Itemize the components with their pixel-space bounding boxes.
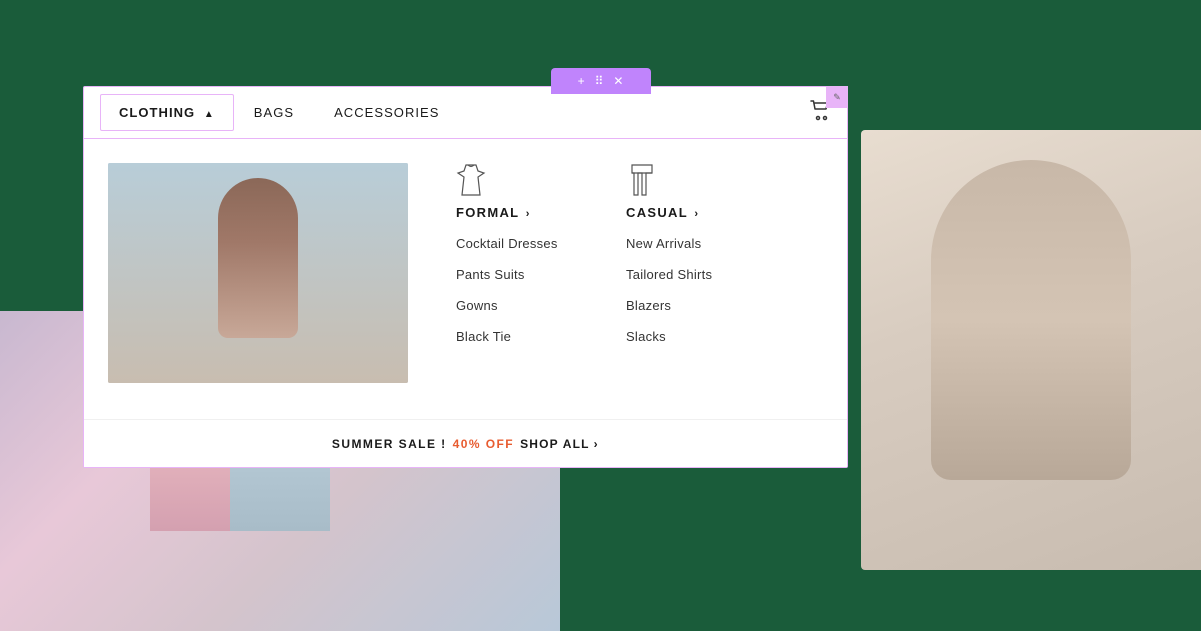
nav-items: CLOTHING ▲ BAGS ACCESSORIES	[100, 91, 809, 134]
formal-title[interactable]: FORMAL ›	[456, 205, 586, 220]
formal-link-1[interactable]: Cocktail Dresses	[456, 236, 586, 251]
nav-container: ✎ CLOTHING ▲ BAGS ACCESSORIES	[83, 86, 848, 468]
sale-shop-link[interactable]: SHOP ALL	[520, 437, 590, 451]
dropdown-categories: FORMAL › Cocktail Dresses Pants Suits Go…	[408, 163, 823, 387]
nav-item-bags[interactable]: BAGS	[234, 91, 314, 134]
formal-link-2[interactable]: Pants Suits	[456, 267, 586, 282]
dropdown-hero-image	[108, 163, 408, 383]
casual-link-4[interactable]: Slacks	[626, 329, 756, 344]
nav-item-accessories[interactable]: ACCESSORIES	[314, 91, 459, 134]
nav-item-clothing-label: CLOTHING	[119, 105, 195, 120]
edit-corner-button[interactable]: ✎	[826, 86, 848, 108]
casual-title[interactable]: CASUAL ›	[626, 205, 756, 220]
move-icon[interactable]: ⠿	[595, 74, 604, 88]
sale-highlight: 40% OFF	[453, 437, 514, 451]
dropdown-panel: FORMAL › Cocktail Dresses Pants Suits Go…	[84, 139, 847, 419]
sale-banner: SUMMER SALE ! 40% OFF SHOP ALL ›	[84, 419, 847, 467]
nav-item-bags-label: BAGS	[254, 105, 294, 120]
nav-item-accessories-label: ACCESSORIES	[334, 105, 439, 120]
editor-toolbar: + ⠿ ✕	[551, 68, 651, 94]
formal-link-3[interactable]: Gowns	[456, 298, 586, 313]
clothing-arrow: ▲	[204, 109, 215, 120]
close-icon[interactable]: ✕	[613, 74, 623, 88]
pants-icon	[626, 163, 658, 195]
casual-link-2[interactable]: Tailored Shirts	[626, 267, 756, 282]
casual-link-3[interactable]: Blazers	[626, 298, 756, 313]
casual-category: CASUAL › New Arrivals Tailored Shirts Bl…	[626, 163, 756, 387]
sale-prefix: SUMMER SALE !	[332, 437, 447, 451]
navbar: CLOTHING ▲ BAGS ACCESSORIES	[84, 87, 847, 139]
nav-item-clothing[interactable]: CLOTHING ▲	[100, 94, 234, 131]
formal-link-4[interactable]: Black Tie	[456, 329, 586, 344]
add-icon[interactable]: +	[578, 74, 585, 88]
casual-link-1[interactable]: New Arrivals	[626, 236, 756, 251]
bg-right-image	[861, 130, 1201, 570]
dress-icon	[456, 163, 488, 195]
sale-arrow-icon: ›	[594, 437, 599, 451]
formal-category: FORMAL › Cocktail Dresses Pants Suits Go…	[456, 163, 586, 387]
